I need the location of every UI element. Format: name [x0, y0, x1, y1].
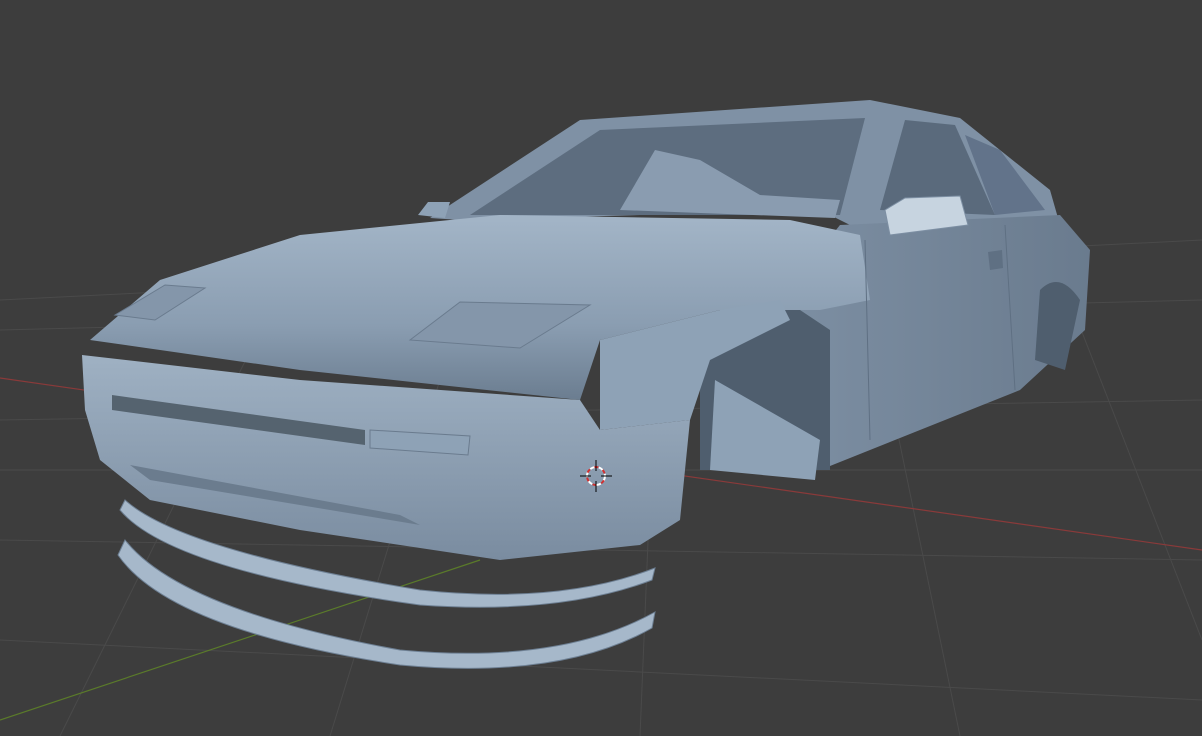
- rear-wheel-arch: [1035, 282, 1080, 370]
- 3d-viewport[interactable]: [0, 0, 1202, 736]
- left-mirror: [418, 202, 450, 218]
- car-model[interactable]: [82, 100, 1090, 669]
- viewport-canvas[interactable]: [0, 0, 1202, 736]
- front-lip-lower: [117, 539, 656, 669]
- door-handle: [988, 250, 1003, 270]
- y-axis-line: [0, 559, 481, 721]
